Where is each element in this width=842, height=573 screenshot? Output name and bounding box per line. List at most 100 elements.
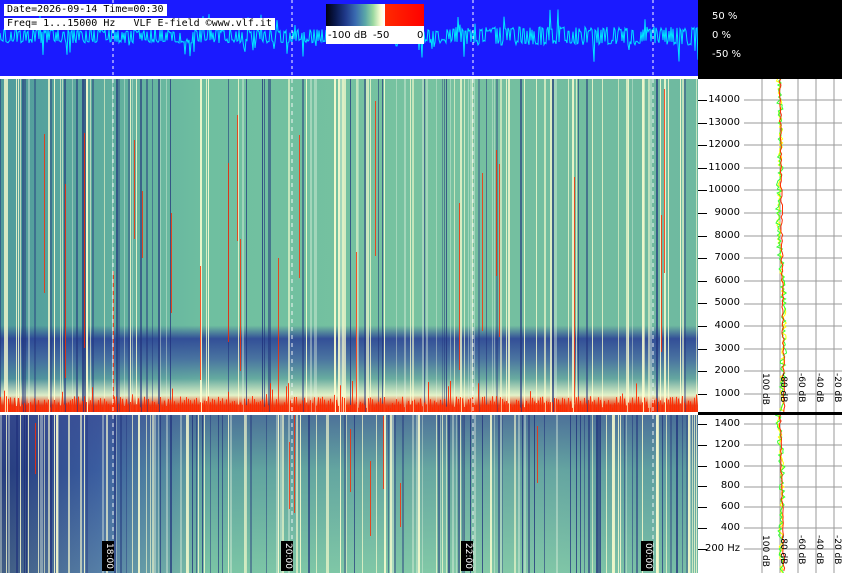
spectrogram-streak — [514, 415, 516, 573]
spectrogram-streak — [422, 415, 423, 573]
spectrogram-burst — [499, 164, 500, 337]
spectrogram-spike — [136, 404, 137, 412]
freq-label: 9000 — [714, 207, 740, 218]
spectrogram-streak — [440, 415, 441, 573]
spectrogram-spike — [208, 396, 209, 412]
spectrogram-spike — [268, 405, 269, 412]
spectrogram-streak — [202, 415, 203, 573]
spectrogram-streak — [580, 415, 581, 573]
spectrogram-streak — [468, 79, 469, 412]
spectrogram-spike — [104, 398, 105, 412]
spectrogram-streak — [502, 415, 503, 573]
spectrogram-spike — [240, 402, 241, 412]
spectrogram-streak — [578, 79, 579, 412]
db-axis-label: 100 dB — [760, 373, 770, 405]
spectrogram-streak — [534, 415, 535, 573]
freq-tick — [698, 326, 707, 327]
db-axis-label: -20 dB — [832, 535, 842, 565]
spectrogram-streak — [22, 79, 24, 412]
spectrogram-streak — [624, 415, 625, 573]
spectrogram-spike — [284, 402, 285, 412]
freq-tick — [698, 280, 707, 282]
spectrogram-streak — [470, 79, 472, 412]
spectrogram-streak — [690, 415, 691, 573]
spectrogram-streak — [262, 79, 263, 412]
spectrogram-spike — [312, 403, 313, 412]
freq-label: 6000 — [714, 274, 740, 286]
freq-label: 14000 — [708, 94, 740, 105]
spectrogram-streak — [396, 79, 397, 412]
spectrogram-spike — [300, 403, 301, 412]
colorbar-label-max: 0 — [417, 30, 424, 41]
spectrogram-spike — [158, 404, 159, 412]
freq-label: 2000 — [714, 365, 740, 377]
spectrogram-spike — [350, 404, 351, 412]
spectrogram-streak — [350, 79, 351, 412]
spectrogram-spike — [328, 400, 329, 412]
spectrogram-burst — [375, 101, 376, 256]
spectrogram-spike — [604, 400, 605, 412]
spectrogram-streak — [188, 415, 189, 573]
spectrogram-streak — [230, 415, 232, 573]
spectrogram-spike — [434, 400, 435, 412]
spectrogram-spike — [24, 403, 25, 412]
spectrogram-spike — [122, 398, 123, 412]
spectrogram-spike — [532, 397, 533, 412]
spectrogram-spike — [222, 398, 223, 412]
spectrogram-streak — [38, 415, 39, 573]
spectrogram-streak — [124, 79, 125, 412]
spectrogram-streak — [340, 415, 341, 573]
freq-label: 10000 — [708, 184, 740, 196]
spectrogram-spike — [696, 394, 697, 412]
spectrogram-spike — [62, 391, 63, 412]
spectrogram-spike — [618, 402, 619, 412]
spectrogram-streak — [460, 79, 462, 412]
colorbar-label-mid: -50 — [373, 30, 390, 41]
spectrogram-streak — [618, 79, 619, 412]
spectrum-profile-main: 100 dB -80 dB -60 dB -40 dB -20 dB — [744, 79, 842, 412]
spectrogram-streak — [390, 415, 392, 573]
spectrogram-spike — [172, 388, 173, 412]
spectrogram-spike — [428, 381, 429, 412]
spectrogram-burst — [294, 415, 295, 513]
spectrogram-streak — [310, 79, 312, 412]
spectrogram-spike — [164, 400, 165, 412]
spectrogram-spike — [626, 405, 627, 412]
spectrogram-spike — [180, 396, 181, 412]
spectrogram-streak — [16, 79, 17, 412]
freq-tick — [698, 465, 707, 467]
spectrogram-spike — [488, 404, 489, 412]
spectrogram-streak — [34, 79, 36, 412]
db-axis-label: -80 dB — [778, 535, 788, 565]
spectrogram-spike — [622, 393, 623, 412]
spectrogram-streak — [612, 415, 614, 573]
spectrogram-streak — [596, 415, 598, 573]
spectrogram-spike — [448, 386, 449, 412]
spectrogram-streak — [588, 415, 590, 573]
spectrogram-spike — [126, 399, 127, 412]
spectrogram-streak — [60, 79, 61, 412]
spectrogram-streak — [682, 79, 684, 412]
spectrogram-spike — [558, 399, 559, 412]
spectrogram-streak — [62, 79, 63, 412]
spectrogram-streak — [694, 415, 695, 573]
spectrogram-spike — [484, 396, 485, 412]
spectrogram-streak — [114, 415, 116, 573]
spectrogram-streak — [24, 79, 26, 412]
spectrogram-streak — [442, 415, 443, 573]
spectrogram-streak — [614, 415, 615, 573]
spectrogram-streak — [166, 415, 168, 573]
spectrogram-spike — [314, 397, 315, 412]
spectrogram-streak — [84, 415, 85, 573]
spectrogram-streak — [436, 415, 437, 573]
spectrogram-spike — [478, 383, 479, 412]
spectrogram-streak — [204, 415, 205, 573]
spectrogram-spike — [168, 399, 169, 412]
spectrogram-streak — [4, 79, 6, 412]
spectrogram-spike — [550, 402, 551, 412]
spectrogram-streak — [662, 415, 663, 573]
spectrogram-spike — [346, 404, 347, 412]
spectrogram-streak — [446, 415, 447, 573]
spectrogram-spike — [568, 397, 569, 412]
spectrogram-spike — [160, 396, 161, 412]
